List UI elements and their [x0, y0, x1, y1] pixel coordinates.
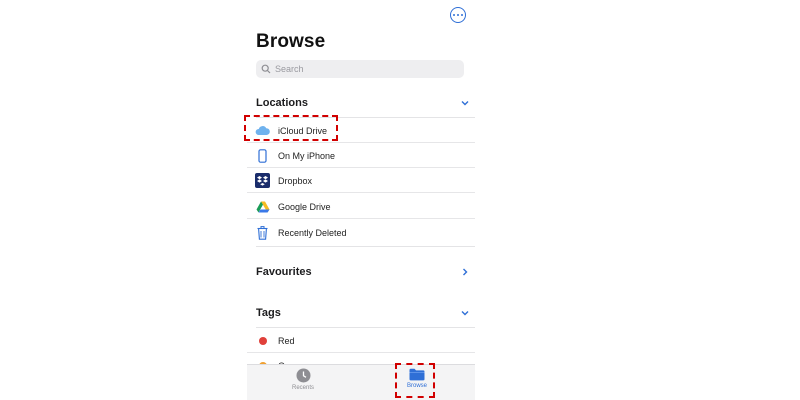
search-bar[interactable] [256, 60, 464, 78]
tab-recents[interactable]: Recents [278, 368, 328, 398]
tags-label: Tags [256, 307, 281, 319]
location-item-recently-deleted[interactable]: Recently Deleted [247, 220, 475, 245]
location-item-icloud-drive[interactable]: iCloud Drive [247, 118, 475, 143]
tag-item-label: Red [278, 335, 295, 346]
page-title: Browse [256, 31, 326, 52]
tab-label: Browse [406, 383, 427, 389]
files-app-screen: Browse Locations iCloud Drive On My iPho [247, 0, 475, 400]
favourites-header[interactable]: Favourites [256, 263, 470, 281]
phone-icon [255, 148, 270, 163]
row-separator [247, 192, 475, 193]
section-divider [256, 246, 475, 247]
location-item-on-my-iphone[interactable]: On My iPhone [247, 143, 475, 168]
locations-label: Locations [256, 97, 308, 109]
location-item-label: iCloud Drive [278, 125, 328, 136]
dropbox-icon [255, 173, 270, 188]
location-item-label: Dropbox [278, 175, 313, 186]
trash-icon [255, 225, 270, 240]
chevron-right-icon[interactable] [460, 267, 470, 277]
tags-header[interactable]: Tags [256, 304, 470, 322]
tag-color-dot [255, 333, 270, 348]
location-item-label: Google Drive [278, 201, 331, 212]
locations-header[interactable]: Locations [256, 94, 470, 112]
tab-bar: Recents Browse [247, 364, 475, 400]
cloud-icon [255, 123, 270, 138]
search-icon [261, 64, 271, 74]
location-item-label: Recently Deleted [278, 227, 347, 238]
google-drive-icon [255, 199, 270, 214]
tag-item-red[interactable]: Red [247, 328, 475, 353]
tab-browse[interactable]: Browse [392, 368, 442, 398]
location-item-google-drive[interactable]: Google Drive [247, 194, 475, 219]
more-options-icon[interactable] [450, 7, 466, 23]
chevron-down-icon[interactable] [460, 308, 470, 318]
red-dot-icon [258, 336, 267, 345]
search-input[interactable] [275, 64, 445, 74]
row-separator [247, 218, 475, 219]
location-item-dropbox[interactable]: Dropbox [247, 168, 475, 193]
folder-icon [409, 368, 425, 381]
clock-icon [296, 368, 310, 383]
location-item-label: On My iPhone [278, 150, 336, 161]
favourites-label: Favourites [256, 266, 312, 278]
chevron-down-icon[interactable] [460, 98, 470, 108]
tab-label: Recents [291, 385, 314, 391]
